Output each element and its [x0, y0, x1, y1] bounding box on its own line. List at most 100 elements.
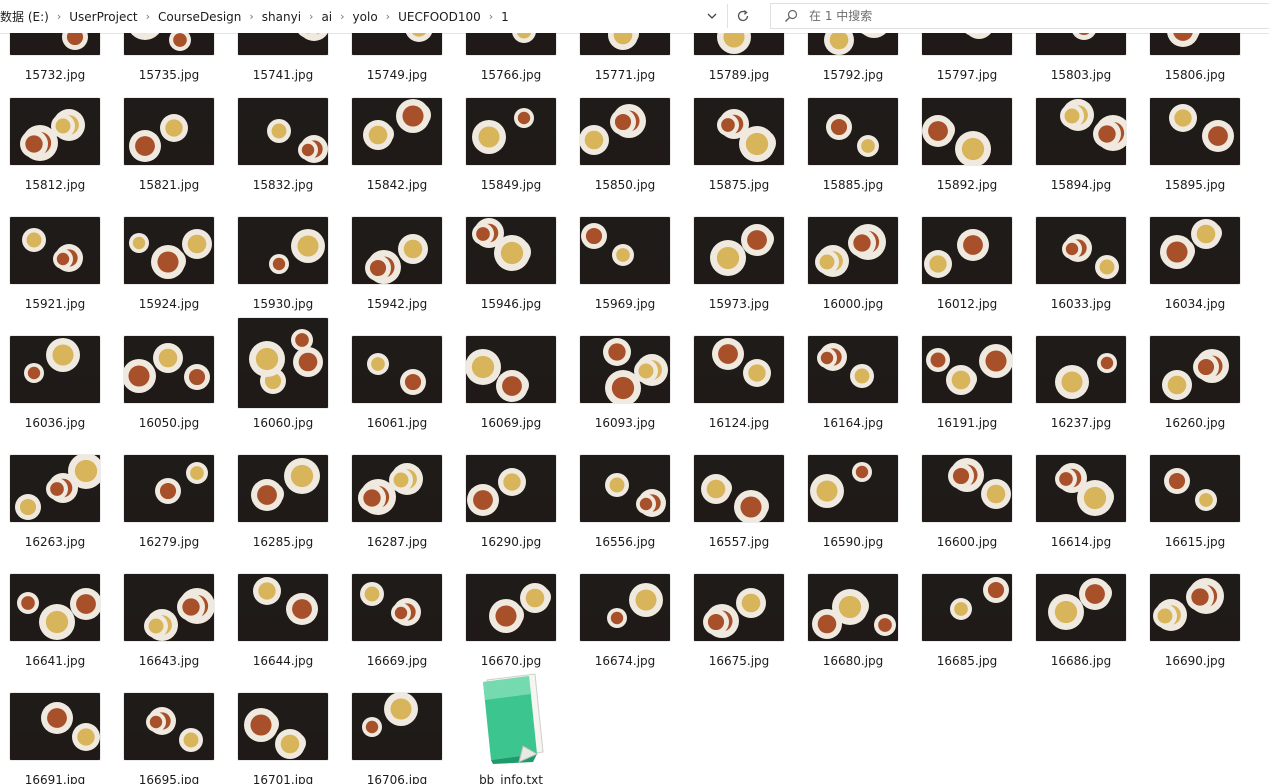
file-name-label: bb_info.txt	[479, 773, 543, 784]
image-file-item[interactable]: 16674.jpg	[570, 509, 680, 668]
image-file-item[interactable]: 15924.jpg	[114, 152, 224, 311]
image-file-item[interactable]: 15921.jpg	[0, 152, 110, 311]
image-file-item[interactable]: 16691.jpg	[0, 628, 110, 784]
image-file-item[interactable]: 15973.jpg	[684, 152, 794, 311]
image-file-item[interactable]: 16706.jpg	[342, 628, 452, 784]
image-file-item[interactable]: 16260.jpg	[1140, 271, 1250, 430]
text-file-item[interactable]: bb_info.txt	[456, 628, 566, 784]
address-history-button[interactable]	[700, 4, 724, 28]
image-thumbnail	[238, 693, 328, 760]
image-file-item[interactable]: 16279.jpg	[114, 390, 224, 549]
image-thumbnail	[1036, 574, 1126, 641]
breadcrumb-item[interactable]: yolo	[347, 6, 384, 28]
image-file-item[interactable]: 15842.jpg	[342, 33, 452, 192]
breadcrumb-chevron-icon[interactable]: ›	[338, 10, 346, 23]
image-file-item[interactable]: 16290.jpg	[456, 390, 566, 549]
image-thumbnail	[1150, 574, 1240, 641]
image-file-item[interactable]: 15850.jpg	[570, 33, 680, 192]
image-file-item[interactable]: 16614.jpg	[1026, 390, 1136, 549]
breadcrumb-chevron-icon[interactable]: ›	[307, 10, 315, 23]
breadcrumb-chevron-icon[interactable]: ›	[487, 10, 495, 23]
image-file-item[interactable]: 16263.jpg	[0, 390, 110, 549]
breadcrumb-item[interactable]: UserProject	[63, 6, 143, 28]
file-name-label: 16686.jpg	[1050, 654, 1112, 668]
breadcrumb-chevron-icon[interactable]: ›	[247, 10, 255, 23]
image-file-item[interactable]: 15875.jpg	[684, 33, 794, 192]
image-file-item[interactable]: 15930.jpg	[228, 152, 338, 311]
image-file-item[interactable]: 16669.jpg	[342, 509, 452, 668]
image-thumbnail	[124, 693, 214, 760]
file-name-label: 16701.jpg	[252, 773, 314, 784]
image-file-item[interactable]: 16556.jpg	[570, 390, 680, 549]
breadcrumb-item[interactable]: 数据 (E:)	[0, 6, 55, 28]
image-file-item[interactable]: 16615.jpg	[1140, 390, 1250, 549]
image-file-item[interactable]: 16060.jpg	[228, 271, 338, 430]
file-name-label: 16691.jpg	[24, 773, 86, 784]
image-file-item[interactable]: 15849.jpg	[456, 33, 566, 192]
image-file-item[interactable]: 16164.jpg	[798, 271, 908, 430]
image-file-item[interactable]: 16680.jpg	[798, 509, 908, 668]
image-file-item[interactable]: 16590.jpg	[798, 390, 908, 549]
image-file-item[interactable]: 15942.jpg	[342, 152, 452, 311]
image-file-item[interactable]: 16287.jpg	[342, 390, 452, 549]
image-file-item[interactable]: 16701.jpg	[228, 628, 338, 784]
image-file-item[interactable]: 15946.jpg	[456, 152, 566, 311]
image-file-item[interactable]: 16686.jpg	[1026, 509, 1136, 668]
image-file-item[interactable]: 16050.jpg	[114, 271, 224, 430]
image-file-item[interactable]: 16012.jpg	[912, 152, 1022, 311]
image-file-item[interactable]: 16000.jpg	[798, 152, 908, 311]
breadcrumb-item[interactable]: UECFOOD100	[392, 6, 487, 28]
file-grid: 15732.jpg 15735.jpg 15741.jpg 15749.jpg 1576…	[0, 33, 1269, 784]
image-file-item[interactable]: 16643.jpg	[114, 509, 224, 668]
breadcrumb-item[interactable]: 1	[495, 6, 515, 28]
image-file-item[interactable]: 15892.jpg	[912, 33, 1022, 192]
image-file-item[interactable]: 16670.jpg	[456, 509, 566, 668]
image-file-item[interactable]: 16557.jpg	[684, 390, 794, 549]
image-file-item[interactable]: 16034.jpg	[1140, 152, 1250, 311]
breadcrumb-item[interactable]: ai	[315, 6, 338, 28]
image-file-item[interactable]: 16237.jpg	[1026, 271, 1136, 430]
breadcrumb-item[interactable]: CourseDesign	[152, 6, 247, 28]
text-document-icon	[473, 672, 549, 764]
image-file-item[interactable]: 16695.jpg	[114, 628, 224, 784]
image-file-item[interactable]: 16124.jpg	[684, 271, 794, 430]
image-file-item[interactable]: 16093.jpg	[570, 271, 680, 430]
image-file-item[interactable]: 16033.jpg	[1026, 152, 1136, 311]
image-file-item[interactable]: 16690.jpg	[1140, 509, 1250, 668]
image-file-item[interactable]: 16644.jpg	[228, 509, 338, 668]
image-thumbnail	[580, 574, 670, 641]
breadcrumb-chevron-icon[interactable]: ›	[384, 10, 392, 23]
toolbar-divider	[727, 4, 728, 28]
breadcrumb-chevron-icon[interactable]: ›	[144, 10, 152, 23]
image-file-item[interactable]: 15885.jpg	[798, 33, 908, 192]
image-file-item[interactable]: 15895.jpg	[1140, 33, 1250, 192]
file-name-label: 16674.jpg	[594, 654, 656, 668]
image-file-item[interactable]: 16069.jpg	[456, 271, 566, 430]
file-name-label: 16680.jpg	[822, 654, 884, 668]
file-name-label: 16690.jpg	[1164, 654, 1226, 668]
image-file-item[interactable]: 16036.jpg	[0, 271, 110, 430]
image-file-item[interactable]: 15832.jpg	[228, 33, 338, 192]
image-file-item[interactable]: 16285.jpg	[228, 390, 338, 549]
file-name-label: 16706.jpg	[366, 773, 428, 784]
image-file-item[interactable]: 15821.jpg	[114, 33, 224, 192]
breadcrumb-item[interactable]: shanyi	[256, 6, 307, 28]
image-thumbnail	[694, 574, 784, 641]
file-name-label: 16675.jpg	[708, 654, 770, 668]
image-file-item[interactable]: 16600.jpg	[912, 390, 1022, 549]
search-input[interactable]	[809, 4, 1249, 28]
image-thumbnail	[922, 574, 1012, 641]
image-file-item[interactable]: 15812.jpg	[0, 33, 110, 192]
image-file-item[interactable]: 15894.jpg	[1026, 33, 1136, 192]
image-file-item[interactable]: 16675.jpg	[684, 509, 794, 668]
image-file-item[interactable]: 15969.jpg	[570, 152, 680, 311]
refresh-button[interactable]	[731, 4, 755, 28]
breadcrumb-chevron-icon[interactable]: ›	[55, 10, 63, 23]
search-box[interactable]	[770, 3, 1269, 29]
image-file-item[interactable]: 16641.jpg	[0, 509, 110, 668]
image-thumbnail	[352, 693, 442, 760]
image-file-item[interactable]: 16685.jpg	[912, 509, 1022, 668]
image-thumbnail	[10, 693, 100, 760]
image-file-item[interactable]: 16191.jpg	[912, 271, 1022, 430]
image-file-item[interactable]: 16061.jpg	[342, 271, 452, 430]
